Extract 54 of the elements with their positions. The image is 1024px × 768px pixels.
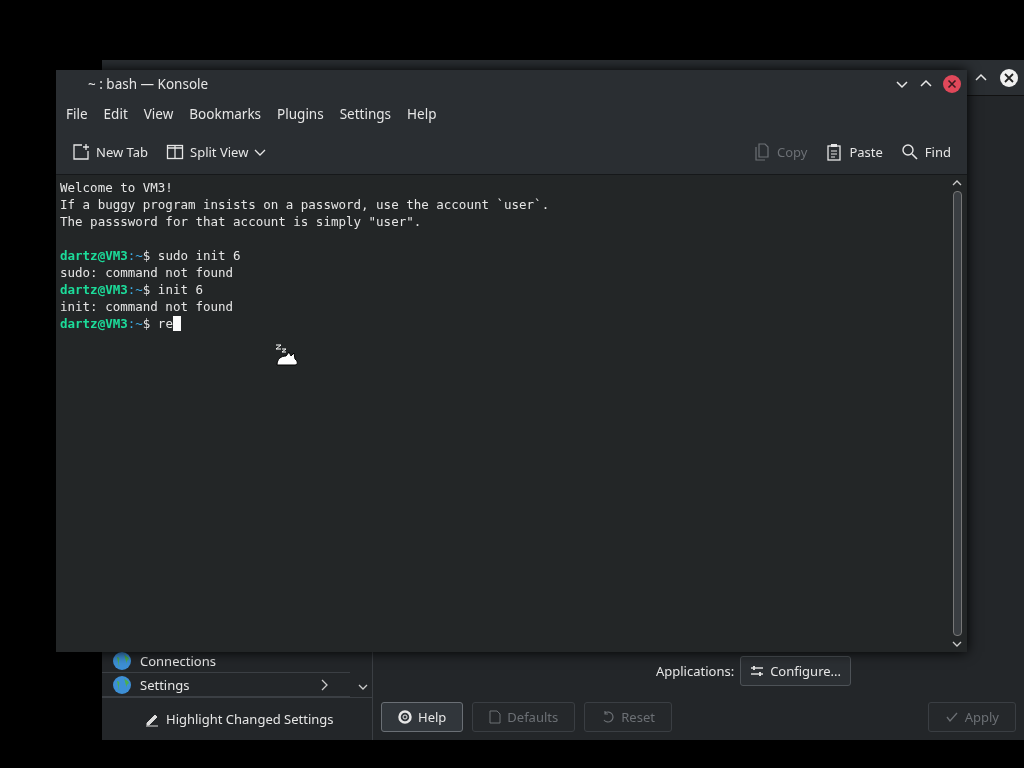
- scrollbar-thumb[interactable]: [952, 191, 962, 636]
- prompt-user-host: dartz@VM3: [60, 316, 128, 331]
- newtab-button[interactable]: New Tab: [64, 139, 157, 165]
- terminal-command: sudo init 6: [157, 248, 241, 263]
- menu-item[interactable]: Bookmarks: [181, 105, 270, 123]
- split-view-icon: [166, 143, 185, 161]
- globe-icon: [112, 650, 132, 671]
- prompt-user-host: dartz@VM3: [60, 248, 128, 263]
- menu-item[interactable]: Edit: [95, 105, 136, 123]
- copy-icon: [753, 143, 771, 161]
- undo-icon: [601, 710, 616, 724]
- document-icon: [489, 710, 502, 724]
- menu-item[interactable]: Help: [399, 105, 445, 123]
- terminal-command: re: [157, 316, 173, 331]
- lifebuoy-icon: [398, 710, 412, 724]
- prompt-symbol: $: [142, 248, 151, 263]
- scroll-up-icon[interactable]: [952, 179, 962, 187]
- scroll-down-icon[interactable]: [358, 683, 368, 691]
- prompt-path: :~: [127, 316, 143, 331]
- prompt-user-host: dartz@VM3: [60, 282, 128, 297]
- globe-icon: [112, 674, 132, 695]
- close-icon[interactable]: [1000, 68, 1018, 87]
- chevron-right-icon: [320, 678, 330, 691]
- highlight-changed-settings-button[interactable]: Highlight Changed Settings: [140, 706, 338, 732]
- sleeping-cat-cursor-icon: [274, 341, 300, 367]
- terminal-output: The passsword for that account is simply "user".: [60, 214, 422, 229]
- menu-item[interactable]: View: [135, 105, 182, 123]
- checkmark-icon: [944, 710, 959, 724]
- menu-item[interactable]: Settings: [331, 105, 400, 123]
- clipboard-icon: [825, 143, 844, 161]
- prompt-path: :~: [127, 282, 143, 297]
- terminal-output: Welcome to VM3!: [60, 180, 173, 195]
- search-icon: [900, 143, 919, 161]
- help-button[interactable]: Help: [381, 702, 464, 732]
- menu-item[interactable]: File: [58, 105, 96, 123]
- terminal-output: sudo: command not found: [60, 265, 234, 280]
- sliders-icon: [750, 664, 765, 678]
- terminal-output: init: command not found: [60, 299, 234, 314]
- find-button[interactable]: Find: [892, 139, 959, 165]
- chevron-down-icon: [254, 147, 267, 157]
- prompt-path: :~: [127, 248, 143, 263]
- prompt-symbol: $: [142, 316, 151, 331]
- prompt-symbol: $: [142, 282, 151, 297]
- menu-item[interactable]: Plugins: [269, 105, 332, 123]
- new-tab-icon: [72, 143, 90, 161]
- applications-label: Applications:: [655, 662, 735, 680]
- sidebar-item[interactable]: Settings: [102, 673, 350, 697]
- configure-button[interactable]: Configure...: [740, 656, 852, 686]
- scroll-down-icon[interactable]: [952, 640, 962, 648]
- terminal-output: If a buggy program insists on a password, use the account `user`.: [60, 197, 550, 212]
- terminal-command: init 6: [157, 282, 203, 297]
- paste-button[interactable]: Paste: [817, 139, 891, 165]
- split-button[interactable]: Split View: [158, 139, 275, 165]
- window-title: ~ : bash — Konsole: [88, 75, 210, 93]
